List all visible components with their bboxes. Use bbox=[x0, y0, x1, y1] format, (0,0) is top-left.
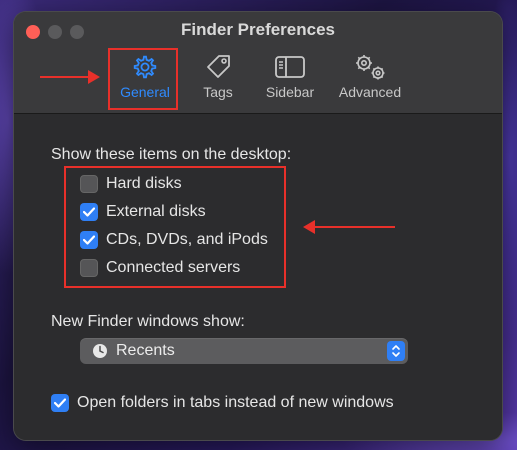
new-window-label: New Finder windows show: bbox=[51, 313, 245, 330]
arrow-to-general-annotation bbox=[40, 70, 100, 84]
tab-sidebar-label: Sidebar bbox=[265, 84, 315, 100]
general-tab-highlight bbox=[108, 48, 178, 110]
title-bar: Finder Preferences General Tags Sidebar … bbox=[14, 12, 502, 114]
chevron-updown-icon bbox=[387, 341, 405, 361]
tab-sidebar[interactable]: Sidebar bbox=[260, 52, 320, 100]
arrow-to-desktop-items-annotation bbox=[303, 220, 395, 234]
new-window-value: Recents bbox=[116, 342, 175, 359]
tab-tags-label: Tags bbox=[203, 84, 233, 100]
desktop-items-heading: Show these items on the desktop: bbox=[51, 146, 292, 163]
sidebar-icon bbox=[260, 52, 320, 82]
clock-icon bbox=[92, 343, 108, 364]
tab-tags[interactable]: Tags bbox=[194, 52, 242, 100]
new-window-popup[interactable]: Recents bbox=[80, 338, 408, 364]
open-in-tabs-label[interactable]: Open folders in tabs instead of new wind… bbox=[77, 394, 394, 412]
tab-advanced[interactable]: Advanced bbox=[330, 52, 410, 100]
open-in-tabs-checkbox[interactable] bbox=[51, 394, 69, 412]
tab-advanced-label: Advanced bbox=[338, 84, 402, 100]
gears-icon bbox=[330, 52, 410, 82]
tag-icon bbox=[194, 52, 242, 82]
window-title: Finder Preferences bbox=[180, 20, 335, 39]
desktop-items-highlight bbox=[64, 166, 286, 288]
